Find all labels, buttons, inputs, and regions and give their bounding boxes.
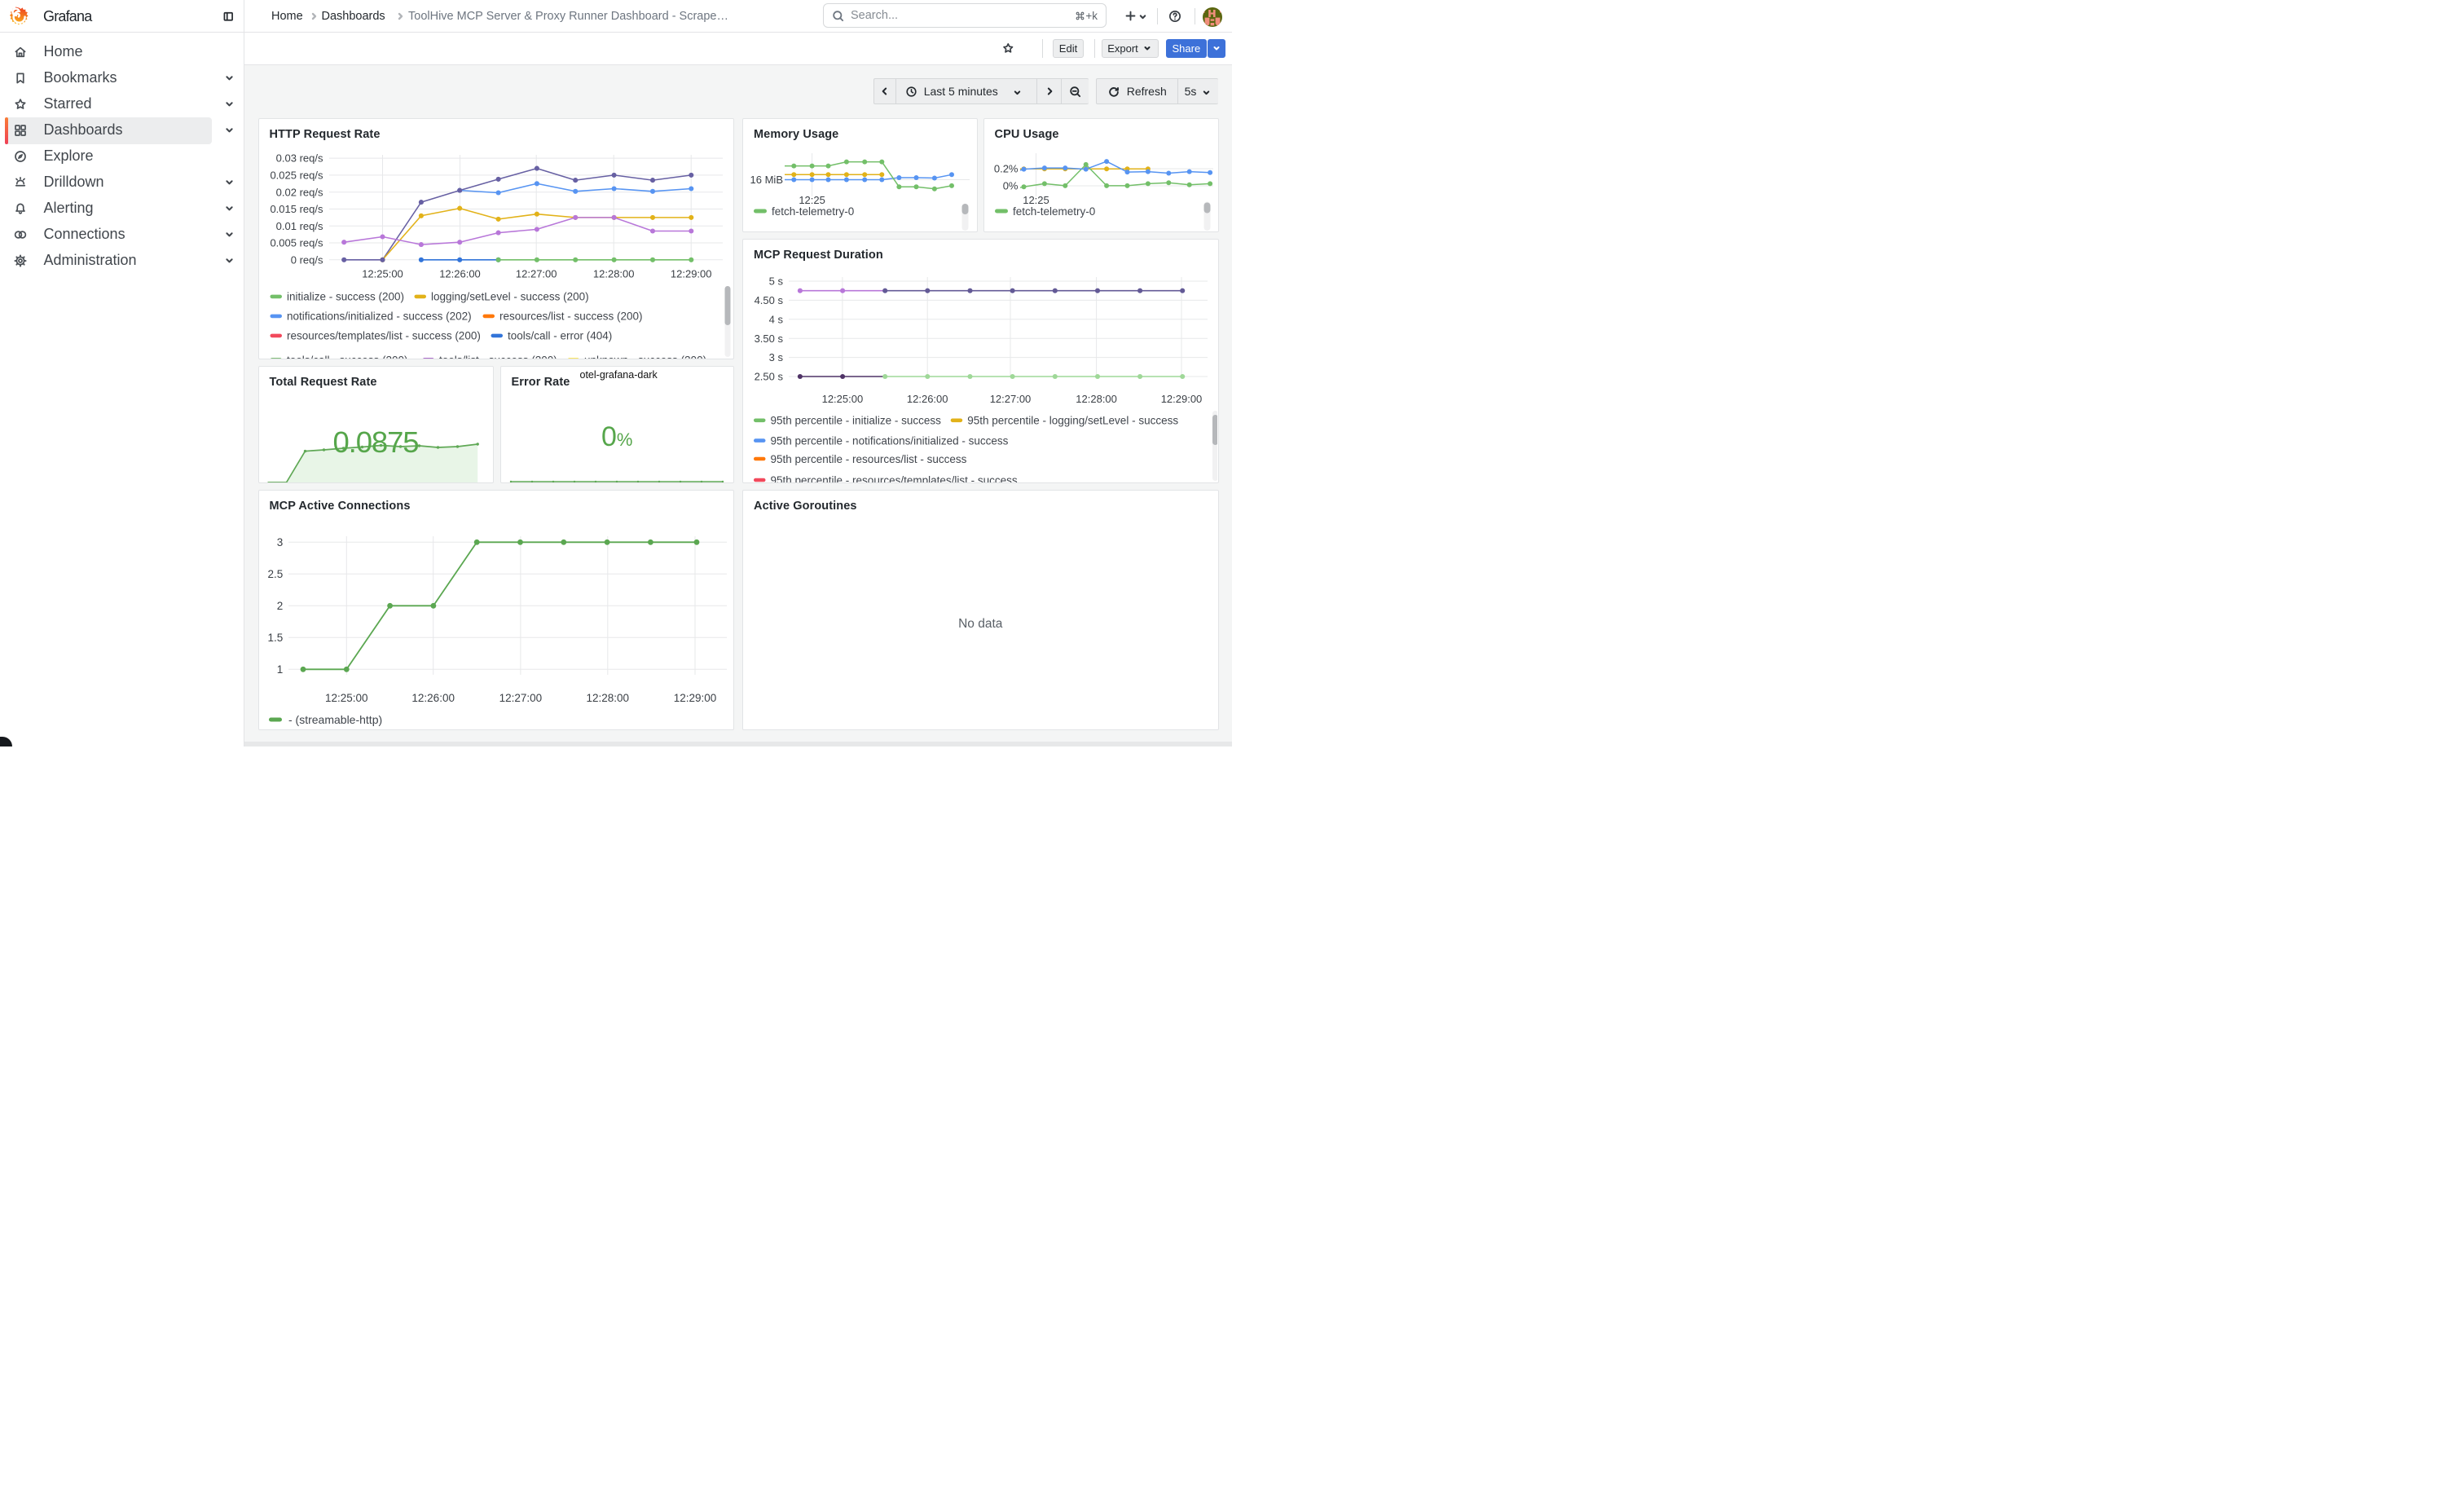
svg-text:fetch-telemetry-0: fetch-telemetry-0 [772, 205, 854, 218]
svg-text:95th percentile - notification: 95th percentile - notifications/initiali… [771, 434, 1009, 447]
svg-text:1.5: 1.5 [267, 632, 283, 644]
svg-text:4.50 s: 4.50 s [755, 294, 784, 306]
svg-text:95th percentile - resources/li: 95th percentile - resources/list - succe… [771, 453, 967, 465]
svg-text:0 req/s: 0 req/s [290, 253, 323, 266]
svg-text:0.025 req/s: 0.025 req/s [270, 170, 323, 182]
svg-text:12:27:00: 12:27:00 [499, 692, 542, 704]
svg-text:12:26:00: 12:26:00 [907, 393, 948, 405]
svg-text:12:27:00: 12:27:00 [990, 393, 1032, 405]
svg-text:notifications/initialized - su: notifications/initialized - success (202… [287, 310, 472, 323]
svg-text:resources/templates/list - suc: resources/templates/list - success (200) [287, 330, 481, 342]
svg-text:0.03 req/s: 0.03 req/s [275, 152, 323, 165]
svg-text:fetch-telemetry-0: fetch-telemetry-0 [1013, 205, 1095, 218]
svg-text:5 s: 5 s [769, 275, 784, 288]
svg-text:12:25:00: 12:25:00 [362, 267, 403, 280]
svg-text:resources/list - success (200): resources/list - success (200) [499, 310, 643, 323]
svg-text:95th percentile - initialize -: 95th percentile - initialize - success [771, 415, 942, 427]
svg-text:tools/call - success (200): tools/call - success (200) [287, 354, 408, 359]
svg-text:12:28:00: 12:28:00 [592, 267, 634, 280]
svg-text:tools/list - success (200): tools/list - success (200) [439, 354, 557, 359]
svg-text:12:28:00: 12:28:00 [1076, 393, 1117, 405]
svg-text:12:25:00: 12:25:00 [822, 393, 864, 405]
svg-text:3: 3 [276, 536, 283, 548]
svg-text:95th percentile - logging/setL: 95th percentile - logging/setLevel - suc… [967, 415, 1178, 427]
svg-text:unknown - success (200): unknown - success (200) [584, 354, 706, 359]
svg-text:2: 2 [276, 600, 283, 612]
svg-text:0.01 req/s: 0.01 req/s [275, 220, 323, 232]
svg-text:2.50 s: 2.50 s [755, 371, 784, 383]
svg-text:12:29:00: 12:29:00 [670, 267, 711, 280]
svg-text:12:26:00: 12:26:00 [411, 692, 455, 704]
svg-text:tools/call - error (404): tools/call - error (404) [508, 330, 612, 342]
svg-text:0%: 0% [1002, 180, 1018, 192]
svg-text:0.015 req/s: 0.015 req/s [270, 203, 323, 215]
svg-text:1: 1 [276, 663, 283, 676]
svg-text:logging/setLevel - success (20: logging/setLevel - success (200) [431, 291, 589, 303]
svg-text:12:27:00: 12:27:00 [515, 267, 557, 280]
svg-text:initialize - success (200): initialize - success (200) [287, 291, 404, 303]
svg-text:- (streamable-http): - (streamable-http) [288, 713, 382, 726]
svg-text:0.005 req/s: 0.005 req/s [270, 237, 323, 249]
svg-text:12:25:00: 12:25:00 [325, 692, 368, 704]
svg-text:3.50 s: 3.50 s [755, 333, 784, 345]
svg-text:12:28:00: 12:28:00 [586, 692, 629, 704]
svg-text:0.2%: 0.2% [993, 163, 1018, 175]
svg-text:12:29:00: 12:29:00 [673, 692, 716, 704]
svg-text:3 s: 3 s [769, 351, 784, 363]
svg-text:2.5: 2.5 [267, 568, 283, 580]
svg-text:4 s: 4 s [769, 313, 784, 325]
svg-text:95th percentile - resources/te: 95th percentile - resources/templates/li… [771, 474, 1018, 482]
svg-text:12:25: 12:25 [799, 194, 825, 206]
svg-text:16 MiB: 16 MiB [750, 174, 783, 186]
svg-text:12:29:00: 12:29:00 [1161, 393, 1203, 405]
svg-text:0.02 req/s: 0.02 req/s [275, 186, 323, 198]
svg-text:12:25: 12:25 [1023, 194, 1049, 206]
svg-text:12:26:00: 12:26:00 [439, 267, 481, 280]
